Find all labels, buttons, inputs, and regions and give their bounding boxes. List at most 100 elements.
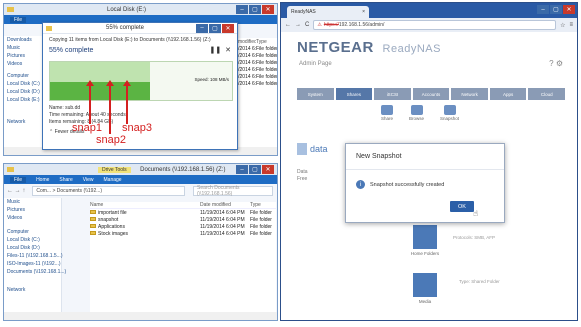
- nav-item-network[interactable]: Network: [4, 286, 61, 294]
- tab-cloud[interactable]: Cloud: [528, 88, 566, 100]
- maximize-button[interactable]: ▢: [249, 165, 261, 174]
- minimize-button[interactable]: –: [236, 5, 248, 14]
- forward-icon[interactable]: →: [295, 22, 301, 28]
- share-icon: [381, 105, 393, 115]
- ribbon-tab-file[interactable]: File: [10, 176, 27, 183]
- search-input[interactable]: Search Documents (\\192.168.1.56): [193, 185, 273, 197]
- nav-item[interactable]: ISO-Images-11 (\\192...): [4, 260, 61, 268]
- folder-icon: [7, 7, 14, 12]
- address-bar[interactable]: Com... > Documents (\\192...): [32, 186, 185, 196]
- home-folders-tile[interactable]: Home Folders: [401, 225, 449, 265]
- titlebar: Drive Tools Documents (\\192.168.1.56) (…: [4, 164, 277, 175]
- info-icon: i: [356, 180, 365, 189]
- nav-item[interactable]: Videos: [4, 214, 61, 222]
- tab-accounts[interactable]: Accounts: [412, 88, 450, 100]
- annotation-snap3: snap3: [122, 122, 152, 134]
- help-icon[interactable]: ? ⚙: [549, 59, 563, 68]
- page-subtitle: Admin Page: [299, 61, 332, 67]
- dialog-title: New Snapshot: [346, 144, 504, 170]
- media-tile[interactable]: Media: [401, 273, 449, 313]
- nav-item[interactable]: Computer: [4, 228, 61, 236]
- share-toolbar-button[interactable]: Share: [381, 105, 393, 121]
- close-button[interactable]: ✕: [222, 23, 234, 33]
- star-icon[interactable]: ☆: [560, 22, 565, 29]
- ok-button[interactable]: OK: [450, 201, 474, 212]
- back-arrow-icon[interactable]: ← → ↑: [4, 188, 28, 194]
- tab-network[interactable]: Network: [451, 88, 488, 100]
- minimize-button[interactable]: –: [196, 23, 208, 33]
- copy-description: Copying 11 items from Local Disk (E:) to…: [49, 37, 211, 43]
- close-button[interactable]: ✕: [262, 165, 274, 174]
- media-info: Type: Shared Folder: [459, 279, 500, 284]
- back-icon[interactable]: ←: [285, 22, 291, 28]
- col-header-date[interactable]: Date modified: [200, 202, 250, 208]
- arrowhead-icon: [86, 80, 94, 86]
- folder-icon: [90, 224, 96, 229]
- drive-tools-tab[interactable]: Drive Tools: [98, 166, 131, 173]
- window-title: Documents (\\192.168.1.56) (Z:): [140, 166, 226, 173]
- col-header-type[interactable]: Type: [256, 39, 267, 45]
- arrowhead-icon: [123, 80, 131, 86]
- close-button[interactable]: ✕: [563, 5, 575, 14]
- url-input[interactable]: ⚠ https:// 192.168.1.56/admin/: [313, 20, 557, 30]
- annotation-snap2: snap2: [96, 134, 126, 146]
- tab-iscsi[interactable]: iSCSI: [374, 88, 411, 100]
- nav-item[interactable]: Local Disk (D:): [4, 244, 61, 252]
- reload-icon[interactable]: C: [305, 22, 309, 28]
- nav-item[interactable]: Music: [4, 198, 61, 206]
- browser-window: ReadyNAS × – ▢ ✕ ← → C ⚠ https:// 192.168…: [280, 2, 578, 321]
- dialog-title: 55% complete: [105, 25, 145, 31]
- list-item[interactable]: Stock images 11/19/2014 6:04 PM File folde…: [90, 230, 276, 237]
- navigation-pane: Music Pictures Videos Computer Local Dis…: [4, 198, 66, 313]
- explorer-window-bottom: Drive Tools Documents (\\192.168.1.56) (…: [3, 163, 278, 321]
- speed-graph-fill: [50, 82, 151, 100]
- ribbon-tab-home[interactable]: Home: [36, 177, 49, 183]
- main-nav-tabs: System Shares iSCSI Accounts Network App…: [297, 88, 566, 100]
- lock-icon: ⚠: [317, 22, 322, 28]
- col-header-type[interactable]: Type: [250, 202, 261, 208]
- ribbon-tab-file[interactable]: File: [10, 16, 27, 23]
- maximize-button[interactable]: ▢: [249, 5, 261, 14]
- media-icon: [413, 273, 437, 297]
- list-item[interactable]: snapshot 11/19/2014 6:04 PM File folder: [90, 216, 276, 223]
- nav-item[interactable]: Local Disk (C:): [4, 236, 61, 244]
- pause-button[interactable]: ❚❚ ✕: [210, 46, 232, 54]
- folder-icon: [90, 210, 96, 215]
- annotation-snap1: snap1: [72, 122, 102, 134]
- ribbon-tab-share[interactable]: Share: [59, 177, 72, 183]
- snapshot-toolbar-button[interactable]: Snapshot: [440, 105, 459, 121]
- nav-item[interactable]: Documents (\\192.168.1...): [4, 268, 66, 276]
- ribbon-tab-view[interactable]: View: [83, 177, 94, 183]
- folder-icon: [90, 217, 96, 222]
- cursor-icon: ☝: [473, 209, 478, 218]
- col-header-name[interactable]: Name: [90, 202, 200, 208]
- maximize-button[interactable]: ▢: [550, 5, 562, 14]
- menu-icon[interactable]: ≡: [569, 22, 573, 28]
- home-folders-info: Protocols: SMB, AFP: [453, 235, 496, 240]
- browse-toolbar-button[interactable]: Browse: [409, 105, 424, 121]
- nav-item[interactable]: Files-11 (\\192.168.1.5...): [4, 252, 63, 260]
- close-tab-icon[interactable]: ×: [362, 9, 365, 15]
- chevron-up-icon: ⌃: [49, 129, 54, 135]
- file-name-text: Name: sub.dd: [49, 105, 81, 111]
- netgear-logo: NETGEAR ReadyNAS: [297, 39, 441, 56]
- maximize-button[interactable]: ▢: [209, 23, 221, 33]
- tab-apps[interactable]: Apps: [489, 88, 527, 100]
- minimize-button[interactable]: –: [236, 165, 248, 174]
- snapshot-icon: [443, 105, 456, 115]
- ribbon-tab-manage[interactable]: Manage: [104, 177, 122, 183]
- tab-system[interactable]: System: [297, 88, 334, 100]
- tab-shares[interactable]: Shares: [335, 88, 373, 100]
- close-button[interactable]: ✕: [262, 5, 274, 14]
- arrow-snap2: [109, 84, 111, 134]
- arrow-snap3: [126, 84, 128, 124]
- nav-item[interactable]: Pictures: [4, 206, 61, 214]
- minimize-button[interactable]: –: [537, 5, 549, 14]
- browser-tab[interactable]: ReadyNAS ×: [287, 6, 369, 18]
- folder-icon: [7, 167, 14, 172]
- file-list: Name Date modified Type important file 11…: [90, 202, 276, 312]
- copy-icon: [46, 25, 52, 31]
- list-item[interactable]: important file 11/19/2014 6:04 PM File fol…: [90, 209, 276, 216]
- list-item[interactable]: Applications 11/19/2014 6:04 PM File folde…: [90, 223, 276, 230]
- speed-label: Speed: 108 MB/s: [194, 77, 229, 82]
